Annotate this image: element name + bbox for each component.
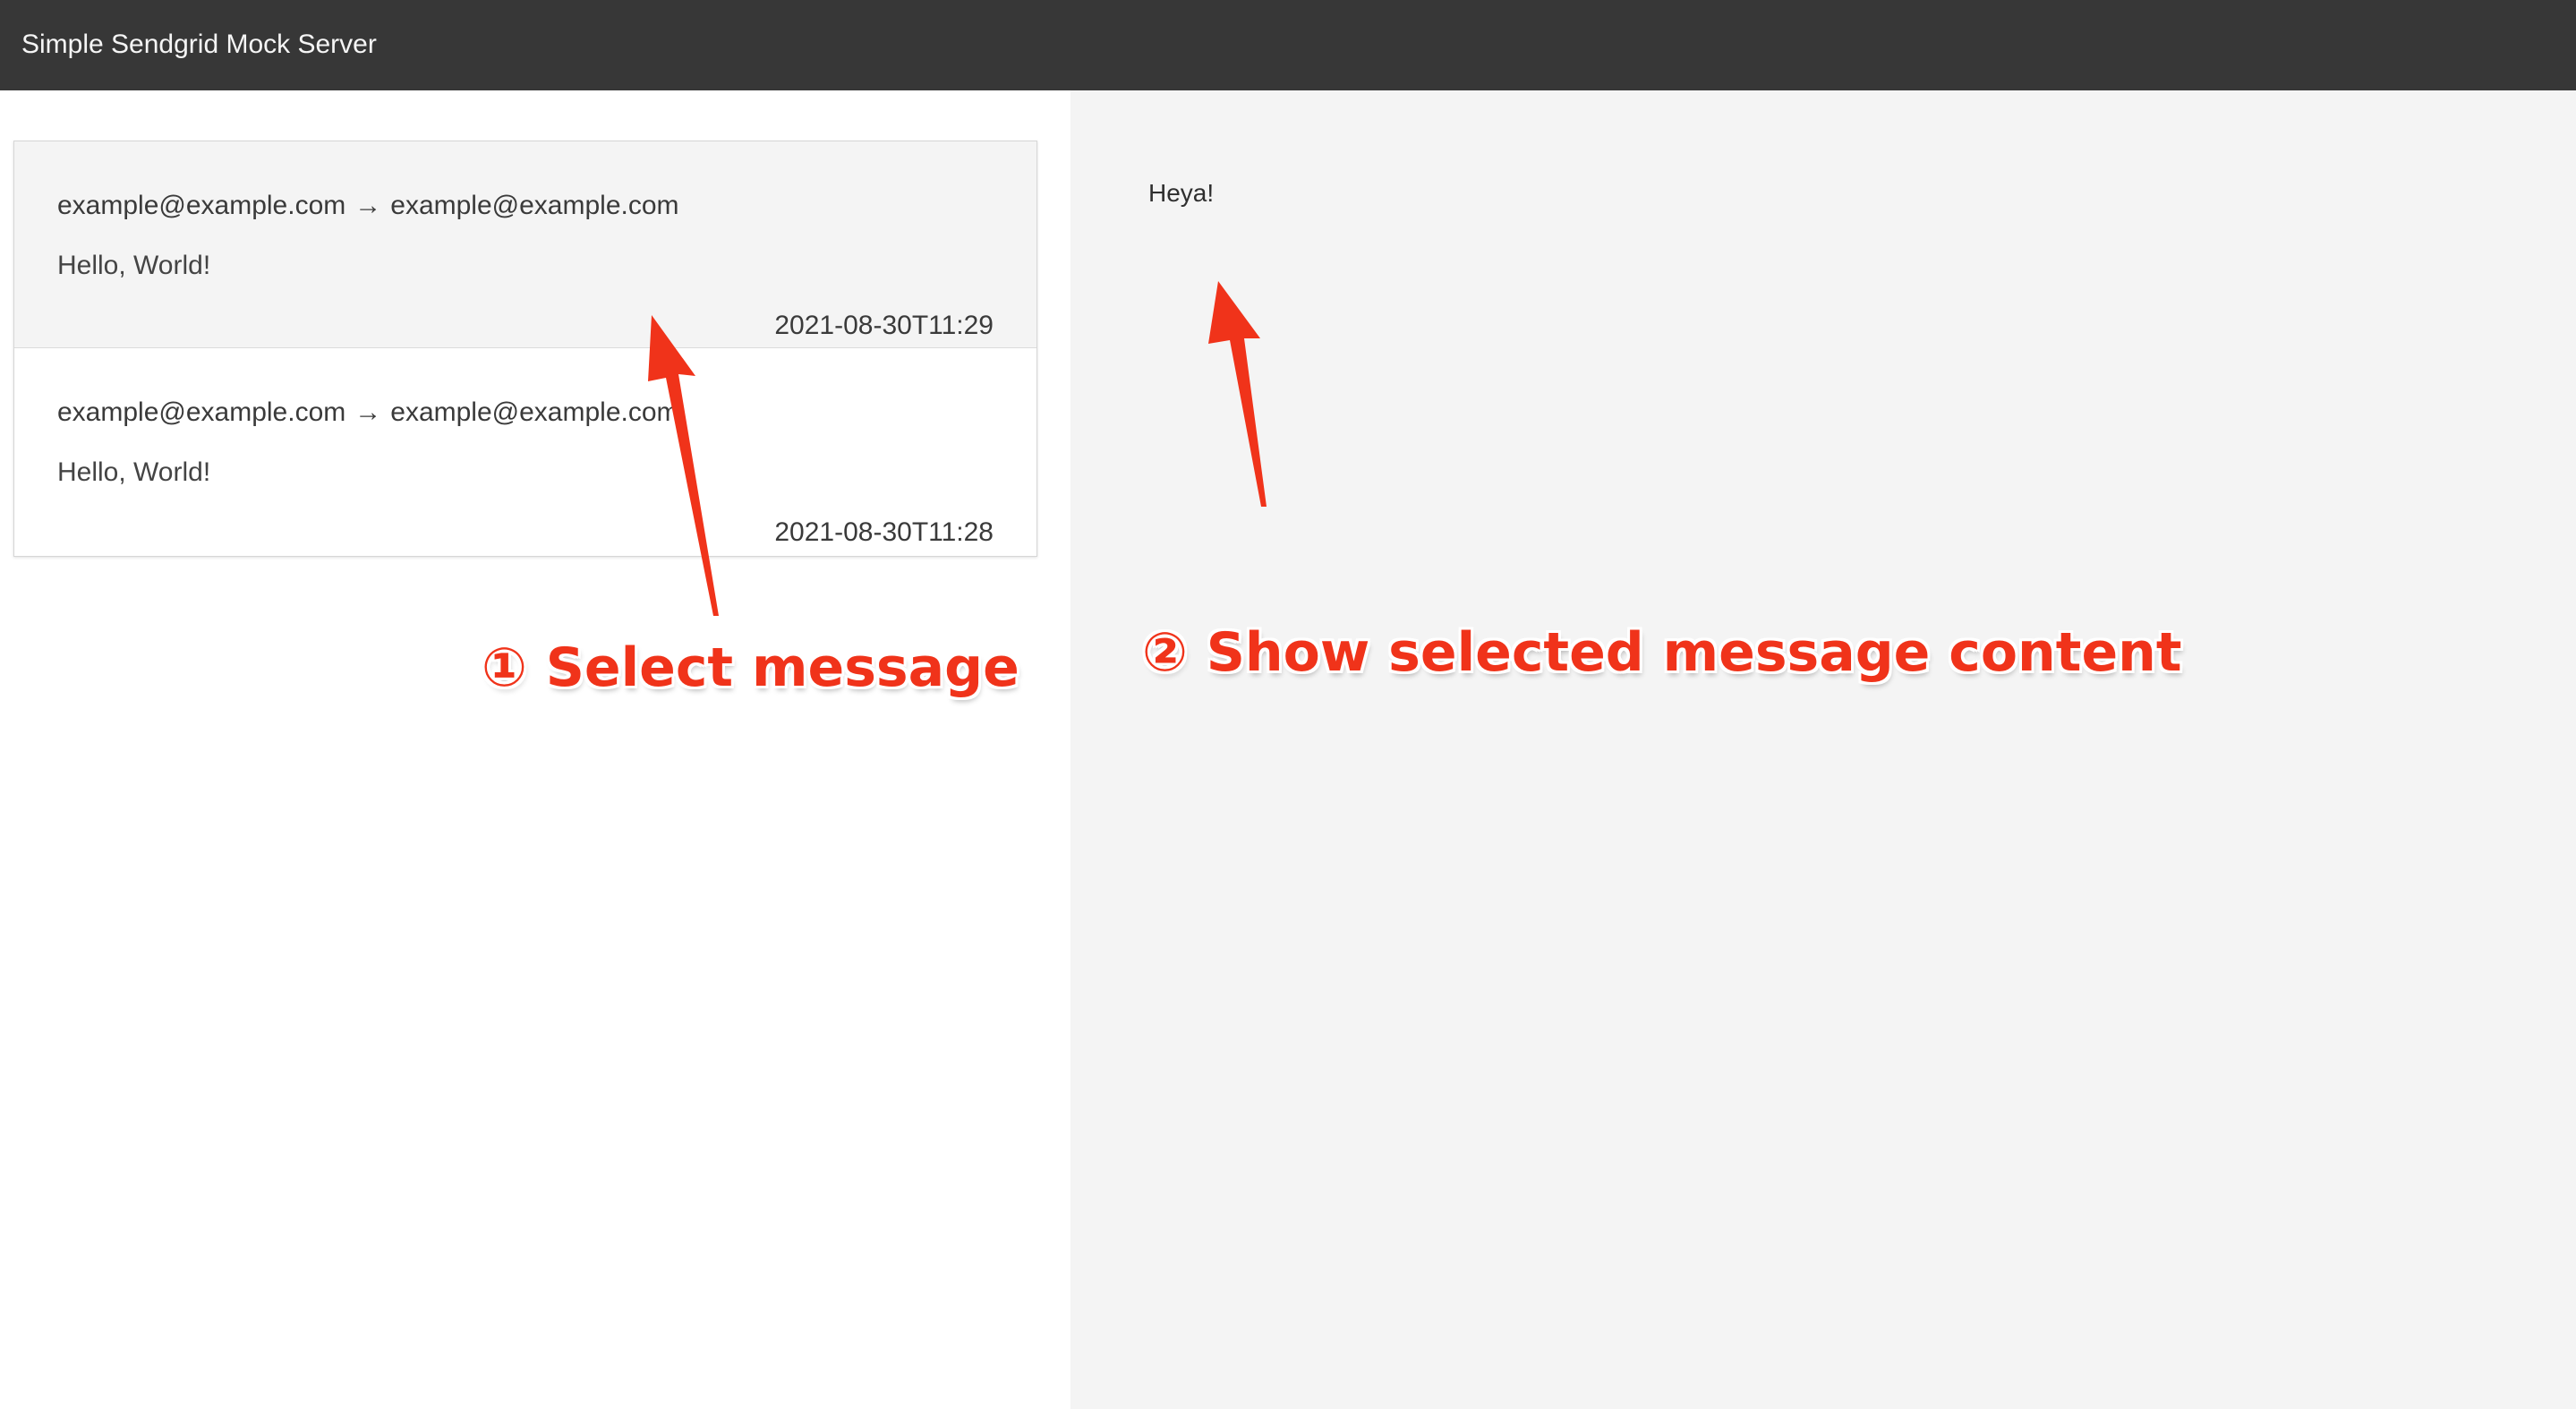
message-route: example@example.com → example@example.com (57, 190, 679, 222)
message-list-item[interactable]: example@example.com → example@example.com … (14, 348, 1036, 556)
message-list: example@example.com → example@example.com … (13, 141, 1037, 557)
message-preview-pane: Heya! (1070, 90, 2576, 1409)
message-from: example@example.com (57, 191, 346, 220)
annotation-show-content: ② Show selected message content (1142, 621, 2182, 684)
annotation-select-message: ① Select message (482, 636, 1019, 699)
message-timestamp: 2021-08-30T11:29 (774, 311, 994, 340)
message-body: Heya! (1148, 179, 1215, 207)
arrow-right-icon: → (354, 191, 382, 220)
message-to: example@example.com (390, 191, 679, 220)
message-to: example@example.com (390, 397, 679, 427)
arrow-right-icon: → (354, 397, 382, 427)
app-title: Simple Sendgrid Mock Server (21, 30, 377, 59)
message-list-item[interactable]: example@example.com → example@example.com … (14, 141, 1036, 348)
message-route: example@example.com → example@example.com (57, 397, 679, 429)
message-subject: Hello, World! (57, 251, 211, 280)
message-timestamp: 2021-08-30T11:28 (774, 517, 994, 547)
message-subject: Hello, World! (57, 457, 211, 487)
message-list-pane: example@example.com → example@example.com … (0, 90, 1070, 1409)
message-from: example@example.com (57, 397, 346, 427)
app-window: Simple Sendgrid Mock Server example@exam… (0, 0, 2576, 1409)
top-app-bar: Simple Sendgrid Mock Server (0, 0, 2576, 90)
